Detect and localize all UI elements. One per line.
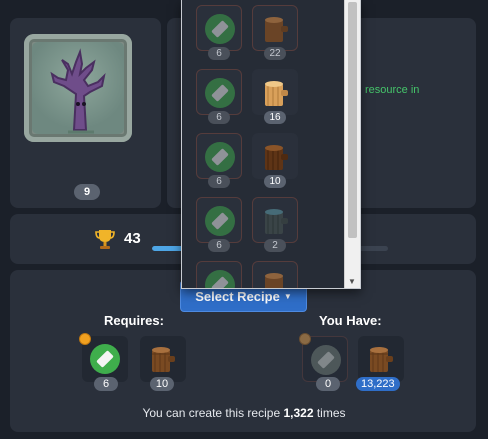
option-log-slot <box>252 69 298 115</box>
recipe-option[interactable]: 6 22 <box>196 5 306 61</box>
recipe-option[interactable]: 6 10 <box>196 133 306 189</box>
recipe-dropdown-list[interactable]: 6 22 6 16 6 10 6 2 ▼ <box>181 0 361 289</box>
level-badge: 9 <box>74 184 100 200</box>
option-log-slot <box>252 133 298 179</box>
option-log-count: 2 <box>264 239 286 252</box>
recipe-option[interactable] <box>196 261 306 288</box>
select-recipe-label: Select Recipe <box>195 288 280 304</box>
wood-log-icon <box>370 347 393 372</box>
green-gem-icon <box>205 14 235 44</box>
have-log-slot[interactable] <box>358 336 404 382</box>
recipe-option[interactable]: 6 2 <box>196 197 306 253</box>
dark-wood-log-icon <box>265 145 288 170</box>
recipe-summary-text: You can create this recipe 1,322 times <box>0 406 488 420</box>
resource-image-panel: 9 <box>10 18 161 208</box>
grey-gem-icon <box>311 345 341 375</box>
recipe-note-suffix: times <box>316 406 346 420</box>
haunted-tree-icon <box>50 48 106 134</box>
scrollbar-thumb[interactable] <box>348 2 357 238</box>
recipe-craft-count: 1,322 <box>283 406 314 420</box>
option-log-count: 16 <box>264 111 286 124</box>
option-gem-slot <box>196 69 242 115</box>
requires-title: Requires: <box>104 313 164 328</box>
teal-wood-log-icon <box>265 209 288 234</box>
green-gem-icon <box>205 142 235 172</box>
option-log-slot <box>252 197 298 243</box>
option-gem-count: 6 <box>208 111 230 124</box>
trophy-value: 43 <box>124 230 141 247</box>
requires-gem-count: 6 <box>94 377 118 391</box>
recipe-note-prefix: You can create this recipe <box>142 406 281 420</box>
recipe-option[interactable]: 6 16 <box>196 69 306 125</box>
wood-log-icon <box>152 347 175 372</box>
have-gem-count: 0 <box>316 377 340 391</box>
option-gem-slot <box>196 197 242 243</box>
green-gem-icon <box>205 206 235 236</box>
you-have-title: You Have: <box>319 313 382 328</box>
requires-log-count: 10 <box>150 377 174 391</box>
green-gem-icon <box>205 78 235 108</box>
gem-indicator-dot <box>299 333 311 345</box>
requires-log-slot[interactable] <box>140 336 186 382</box>
option-gem-count: 6 <box>208 239 230 252</box>
option-log-count: 22 <box>264 47 286 60</box>
option-gem-slot <box>196 261 242 288</box>
have-log-count: 13,223 <box>356 377 400 391</box>
scroll-down-arrow-icon[interactable]: ▼ <box>348 277 356 286</box>
option-log-slot <box>252 5 298 51</box>
green-gem-icon <box>205 270 235 288</box>
light-wood-log-icon <box>265 81 288 106</box>
option-gem-slot <box>196 5 242 51</box>
wood-log-icon <box>265 273 283 288</box>
option-log-count: 10 <box>264 175 286 188</box>
option-gem-count: 6 <box>208 47 230 60</box>
info-description-fragment: resource in <box>365 84 420 96</box>
trophy-icon <box>95 230 115 249</box>
gem-indicator-dot <box>79 333 91 345</box>
green-gem-icon <box>90 344 120 374</box>
option-log-slot <box>252 261 298 288</box>
wood-log-icon <box>265 17 288 42</box>
option-gem-count: 6 <box>208 175 230 188</box>
caret-down-icon: ▼ <box>283 291 292 301</box>
option-gem-slot <box>196 133 242 179</box>
haunted-tree-image <box>24 34 132 142</box>
dropdown-scrollbar[interactable]: ▼ <box>344 0 360 288</box>
